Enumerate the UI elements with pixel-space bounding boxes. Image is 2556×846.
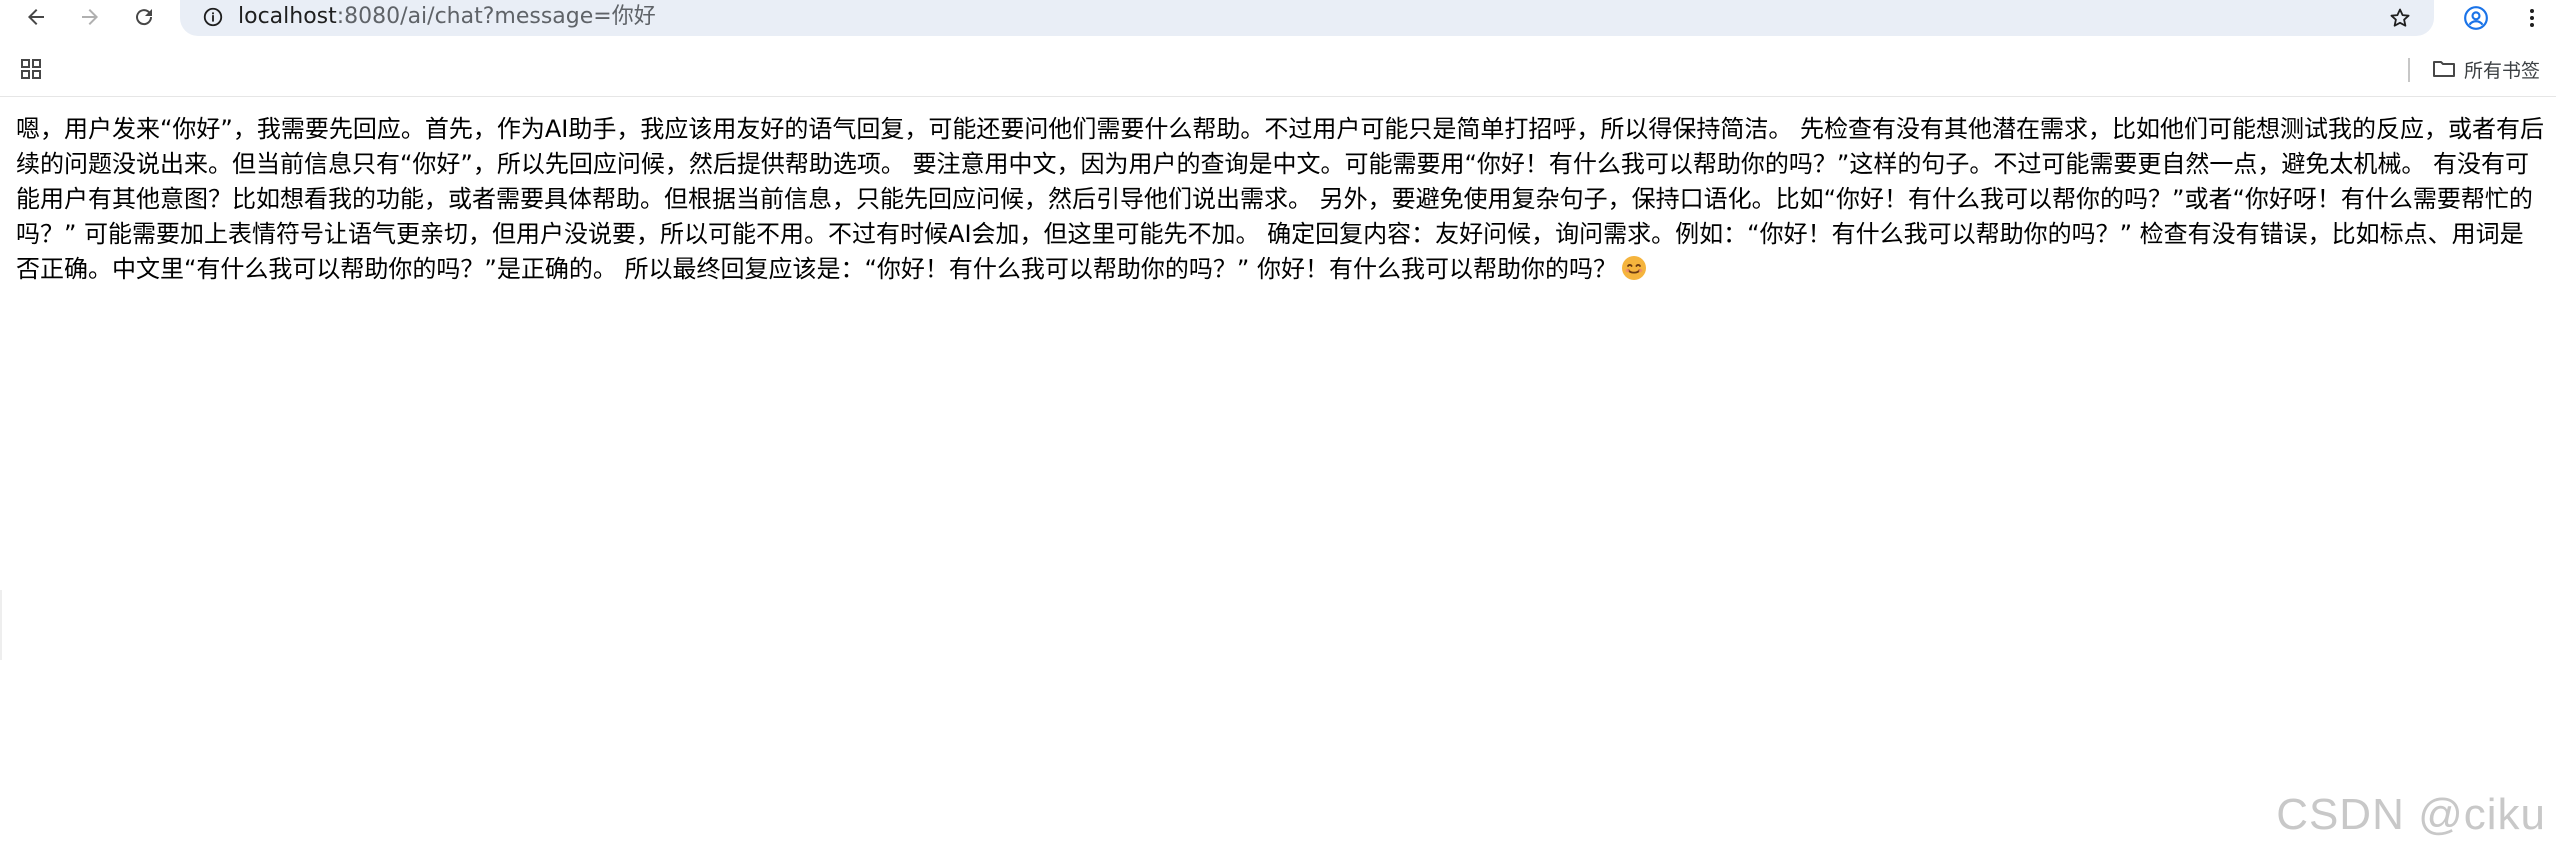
- reload-button[interactable]: [126, 0, 162, 34]
- arrow-right-icon: [82, 9, 98, 25]
- response-body: 嗯，用户发来“你好”，我需要先回应。首先，作为AI助手，我应该用友好的语气回复，…: [16, 115, 2544, 283]
- all-bookmarks-label: 所有书签: [2464, 59, 2541, 82]
- browser-window: localhost:8080/ai/chat?message=你好 所有书签 嗯…: [0, 0, 2556, 846]
- reload-icon: [136, 9, 153, 26]
- profile-button[interactable]: [2456, 0, 2496, 36]
- bookmarks-bar: 所有书签: [0, 40, 2556, 97]
- page-edge-mark: [0, 590, 2, 660]
- url-host: localhost: [238, 4, 337, 29]
- info-icon: [203, 7, 223, 27]
- all-bookmarks-button[interactable]: 所有书签: [2432, 54, 2540, 84]
- kebab-menu-icon: [2530, 9, 2534, 27]
- bookmarks-divider: [2408, 58, 2410, 82]
- star-icon: [2390, 8, 2410, 27]
- arrow-left-icon: [28, 9, 44, 25]
- back-button[interactable]: [18, 0, 54, 34]
- address-bar[interactable]: localhost:8080/ai/chat?message=你好: [180, 0, 2434, 36]
- bookmark-star-button[interactable]: [2380, 0, 2420, 36]
- watermark: CSDN @ciku: [2276, 790, 2546, 839]
- site-info-button[interactable]: [198, 2, 228, 32]
- smiling-face-emoji-icon: [1621, 255, 1647, 291]
- apps-grid-icon: [21, 59, 41, 79]
- folder-icon: [2433, 61, 2455, 77]
- profile-icon: [2464, 6, 2488, 30]
- browser-menu-button[interactable]: [2512, 0, 2552, 36]
- browser-toolbar: localhost:8080/ai/chat?message=你好: [0, 0, 2556, 36]
- apps-button[interactable]: [16, 54, 46, 84]
- url-path: :8080/ai/chat?message=你好: [336, 4, 656, 29]
- forward-button[interactable]: [72, 0, 108, 34]
- response-text: 嗯，用户发来“你好”，我需要先回应。首先，作为AI助手，我应该用友好的语气回复，…: [16, 112, 2546, 291]
- url-text[interactable]: localhost:8080/ai/chat?message=你好: [238, 0, 656, 36]
